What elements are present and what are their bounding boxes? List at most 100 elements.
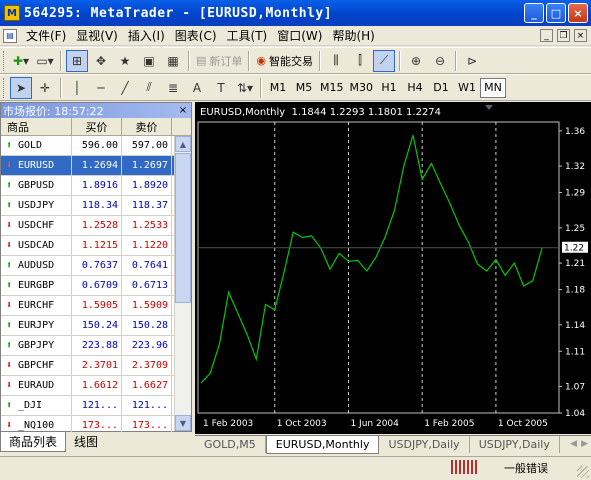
timeframe-mn[interactable]: MN (480, 77, 506, 98)
menu-view[interactable]: 显视(V) (71, 27, 123, 44)
symbol-name: AUDUSD (18, 260, 55, 271)
line-chart-icon[interactable]: ⟋ (373, 49, 396, 72)
timeframe-m1[interactable]: M1 (265, 78, 291, 98)
market-watch-row[interactable]: ⬇ GBPCHF 2.3701 2.3709 (1, 356, 191, 376)
tester-icon[interactable]: ▦ (162, 50, 184, 72)
column-bid[interactable]: 买价 (72, 118, 122, 135)
market-watch-row[interactable]: ⬆ EURJPY 150.24 150.28 (1, 316, 191, 336)
tab-symbols[interactable]: 商品列表 (0, 432, 67, 452)
chart-tab-eurusd-monthly[interactable]: EURUSD,Monthly (265, 436, 380, 454)
zoom-out-icon[interactable]: ⊖ (429, 50, 451, 72)
crosshair-icon[interactable]: ✛ (34, 77, 56, 99)
tab-tick-chart[interactable]: 线图 (66, 432, 106, 452)
chart-shift-marker-icon[interactable] (485, 105, 493, 110)
market-watch-row[interactable]: ⬇ EURAUD 1.6612 1.6627 (1, 376, 191, 396)
market-watch-row[interactable]: ⬆ EURGBP 0.6709 0.6713 (1, 276, 191, 296)
menu-help[interactable]: 帮助(H) (327, 27, 379, 44)
trendline-icon[interactable]: ╱ (114, 77, 136, 99)
chart-tab-gold-m5[interactable]: GOLD,M5 (195, 436, 266, 453)
arrows-icon[interactable]: ⇅▾ (234, 77, 256, 99)
minimize-button[interactable]: _ (524, 3, 544, 23)
vertical-line-icon[interactable]: │ (66, 77, 88, 99)
resize-grip[interactable] (577, 466, 589, 478)
candlesticks-icon[interactable]: ⫿ (349, 50, 371, 72)
symbol-cell: ⬇ EURUSD (1, 156, 72, 175)
timeframe-m30[interactable]: M30 (347, 78, 377, 98)
auto-scroll-icon[interactable]: ⊳ (461, 50, 483, 72)
mdi-close-button[interactable]: × (574, 29, 587, 42)
fibonacci-icon[interactable]: ≣ (162, 77, 184, 99)
market-watch-columns: 商品 买价 卖价 (1, 118, 191, 136)
market-watch-row[interactable]: ⬆ GOLD 596.00 597.00 (1, 136, 191, 156)
menu-insert[interactable]: 插入(I) (123, 27, 170, 44)
chart-tab-usdjpy-daily-2[interactable]: USDJPY,Daily (470, 436, 560, 453)
timeframe-h4[interactable]: H4 (402, 78, 428, 98)
status-bar: 一般错误 (0, 456, 591, 480)
tab-scroll-left-icon[interactable]: ◀ (570, 439, 577, 449)
market-watch-row[interactable]: ⬆ _DJI 121... 121... (1, 396, 191, 416)
mdi-restore-button[interactable]: ❐ (557, 29, 570, 42)
mdi-minimize-button[interactable]: _ (540, 29, 553, 42)
timeframe-w1[interactable]: W1 (454, 78, 480, 98)
market-watch-row[interactable]: ⬆ AUDUSD 0.7637 0.7641 (1, 256, 191, 276)
market-watch-row[interactable]: ⬇ EURUSD 1.2694 1.2697 (1, 156, 191, 176)
timeframe-h1[interactable]: H1 (376, 78, 402, 98)
channel-icon[interactable]: ⫽ (138, 77, 160, 99)
price-line (200, 135, 543, 384)
timeframe-m15[interactable]: M15 (317, 78, 347, 98)
timeframe-d1[interactable]: D1 (428, 78, 454, 98)
new-order-icon: ▤ (196, 54, 207, 67)
cursor-icon[interactable]: ➤ (10, 76, 32, 99)
arrow-up-icon: ⬆ (5, 320, 13, 331)
menu-tools[interactable]: 工具(T) (222, 27, 273, 44)
chart-canvas[interactable]: EURUSD,Monthly 1.1844 1.2293 1.1801 1.22… (195, 102, 591, 434)
timeframe-m5[interactable]: M5 (291, 78, 317, 98)
market-watch-row[interactable]: ⬆ GBPUSD 1.8916 1.8920 (1, 176, 191, 196)
column-symbol[interactable]: 商品 (1, 118, 72, 135)
profiles-icon[interactable]: ▭▾ (34, 50, 56, 72)
ask-cell: 1.2533 (122, 216, 172, 235)
maximize-button[interactable]: □ (546, 3, 566, 23)
menu-charts[interactable]: 图表(C) (170, 27, 222, 44)
data-window-icon[interactable]: ★ (114, 50, 136, 72)
label-icon[interactable]: T (210, 77, 232, 99)
market-watch-row[interactable]: ⬇ EURCHF 1.5905 1.5909 (1, 296, 191, 316)
drawing-toolbar: ➤ ✛ │ ─ ╱ ⫽ ≣ A T ⇅▾ M1 M5 M15 M30 H1 H4… (0, 74, 591, 101)
market-watch-row[interactable]: ⬆ USDJPY 118.34 118.37 (1, 196, 191, 216)
tab-scroll-right-icon[interactable]: ▶ (581, 439, 588, 449)
arrow-up-icon: ⬆ (5, 280, 13, 291)
bar-chart-icon[interactable]: ⫼ (325, 50, 347, 72)
market-watch-row[interactable]: ⬆ GBPJPY 223.88 223.96 (1, 336, 191, 356)
menu-window[interactable]: 窗口(W) (272, 27, 327, 44)
new-order-button[interactable]: ▤ 新订单 (194, 50, 244, 72)
close-button[interactable]: × (568, 3, 588, 23)
market-watch-row[interactable]: ⬇ USDCAD 1.1215 1.1220 (1, 236, 191, 256)
ask-cell: 1.2697 (122, 156, 172, 175)
chart-window[interactable]: EURUSD,Monthly 1.1844 1.2293 1.1801 1.22… (195, 102, 591, 434)
symbol-name: GBPCHF (18, 360, 55, 371)
column-ask[interactable]: 卖价 (122, 118, 172, 135)
navigator-icon[interactable]: ✥ (90, 50, 112, 72)
terminal-icon[interactable]: ▣ (138, 50, 160, 72)
expert-advisors-button[interactable]: ◉ 智能交易 (254, 50, 315, 72)
scroll-up-icon[interactable]: ▲ (175, 136, 191, 152)
menu-file[interactable]: 文件(F) (21, 27, 71, 44)
zoom-in-icon[interactable]: ⊕ (405, 50, 427, 72)
market-watch-scrollbar[interactable]: ▲ ▼ (174, 136, 191, 431)
scroll-thumb[interactable] (175, 153, 191, 303)
symbol-name: EURCHF (18, 300, 55, 311)
bid-cell: 0.6709 (72, 276, 122, 295)
horizontal-line-icon[interactable]: ─ (90, 77, 112, 99)
y-tick-label: 1.14 (565, 321, 585, 331)
text-icon[interactable]: A (186, 77, 208, 99)
new-chart-icon[interactable]: ✚ ▾ (10, 50, 32, 72)
document-icon[interactable]: ▤ (3, 28, 17, 43)
market-watch-row[interactable]: ⬇ USDCHF 1.2528 1.2533 (1, 216, 191, 236)
bid-cell: 1.8916 (72, 176, 122, 195)
scroll-down-icon[interactable]: ▼ (175, 415, 191, 431)
market-watch-close-icon[interactable]: × (177, 104, 189, 116)
market-watch-rows: ⬆ GOLD 596.00 597.00 ⬇ EURUSD 1.2694 1.2697 ⬆ GBP… (1, 136, 191, 436)
chart-tab-usdjpy-daily[interactable]: USDJPY,Daily (379, 436, 470, 453)
market-watch-icon[interactable]: ⊞ (66, 49, 88, 72)
symbol-cell: ⬇ GBPCHF (1, 356, 72, 375)
